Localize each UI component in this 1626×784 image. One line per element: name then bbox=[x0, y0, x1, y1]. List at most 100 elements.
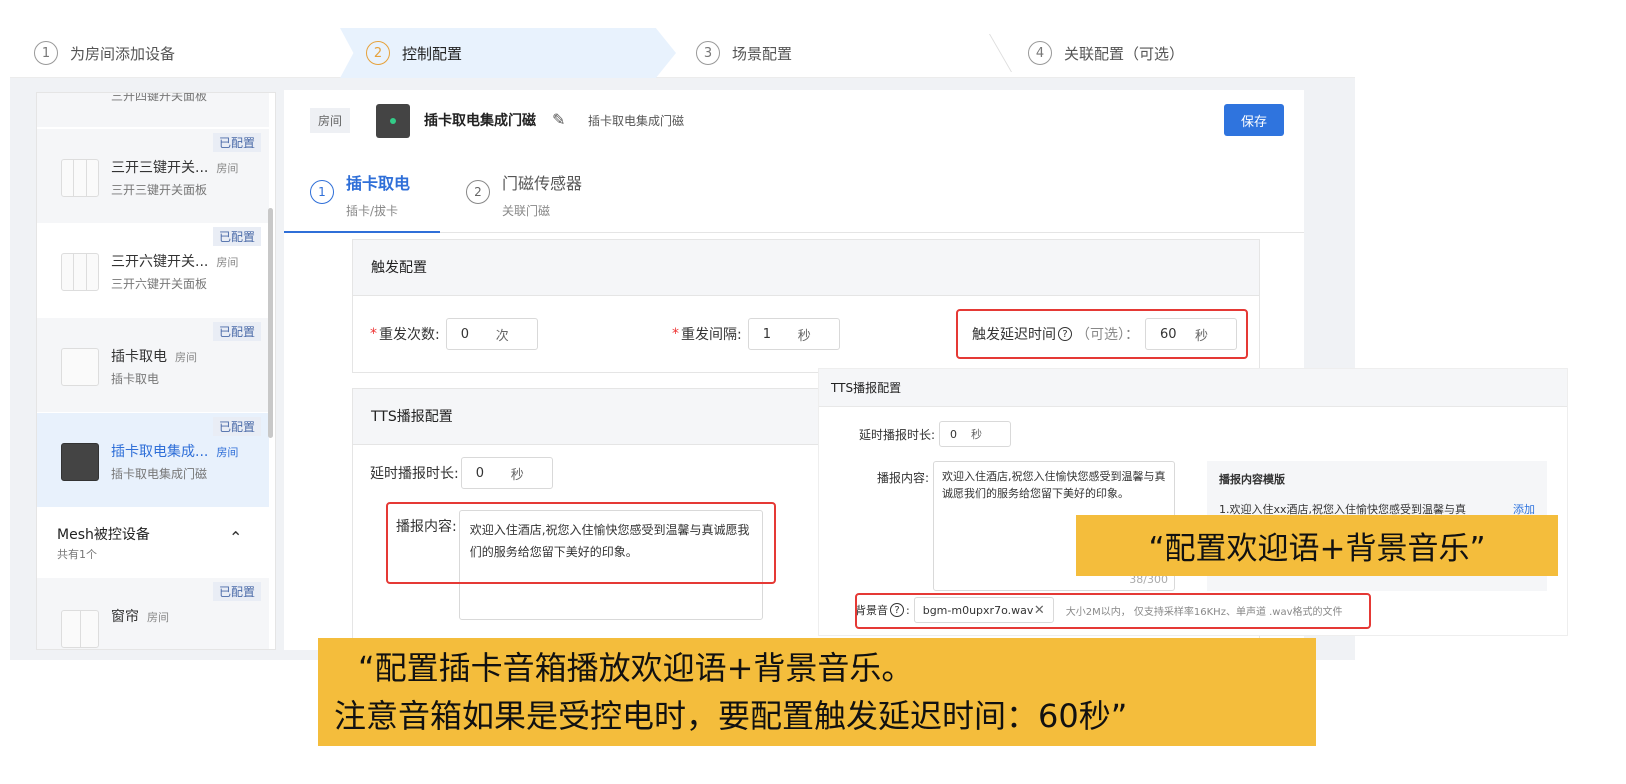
device-group-header[interactable]: Mesh被控设备 共有1个 ⌃ bbox=[37, 508, 269, 578]
step-label: 控制配置 bbox=[402, 44, 463, 63]
device-item[interactable]: 已配置 窗帘 房间 bbox=[37, 578, 269, 649]
tab-sub: 插卡/拔卡 bbox=[346, 204, 399, 218]
input-unit: 秒 bbox=[797, 328, 811, 344]
tab-sub: 关联门磁 bbox=[502, 204, 551, 218]
callout-line-2: 注意音箱如果是受控电时，要配置触发延迟时间：60秒” bbox=[334, 697, 1128, 735]
step-number: 1 bbox=[34, 41, 58, 65]
callout-right: “配置欢迎语+背景音乐” bbox=[1076, 515, 1558, 576]
repeat-interval-input[interactable]: 1秒 bbox=[747, 318, 840, 350]
input-unit: 秒 bbox=[971, 428, 983, 441]
highlight-box bbox=[855, 593, 1371, 629]
step-number: 4 bbox=[1028, 41, 1052, 65]
device-item[interactable]: 已配置 三开六键开关... 房间 三开六键开关面板 bbox=[37, 223, 269, 318]
device-sidebar: 三开四键开关面板 已配置 三开三键开关... 房间 三开三键开关面板 已配置 三开… bbox=[36, 92, 276, 650]
device-item[interactable]: 已配置 三开三键开关... 房间 三开三键开关面板 bbox=[37, 129, 269, 224]
stepper: 1 为房间添加设备 2 控制配置 3 场景配置 4 关联配置（可选） bbox=[10, 28, 1355, 78]
card-door-sensor-icon bbox=[61, 443, 99, 481]
status-badge: 已配置 bbox=[212, 322, 261, 341]
device-name: 插卡取电集成... bbox=[111, 444, 209, 460]
field-label: 延时播报时长: bbox=[370, 466, 459, 482]
device-item[interactable]: 已配置 插卡取电 房间 插卡取电 bbox=[37, 318, 269, 413]
device-subtitle: 插卡取电集成门磁 bbox=[588, 114, 685, 128]
device-sub: 三开四键开关面板 bbox=[111, 92, 208, 103]
input-value: 0 bbox=[460, 326, 469, 342]
device-title: 插卡取电集成门磁 bbox=[424, 113, 536, 129]
required-mark: * bbox=[370, 326, 377, 342]
status-badge: 已配置 bbox=[212, 133, 261, 152]
device-sub: 插卡取电 bbox=[111, 372, 160, 386]
tts-config-popup: TTS播报配置 延时播报时长: 0秒 播报内容: 欢迎入住酒店,祝您入住愉快您感… bbox=[818, 368, 1568, 636]
tab-label: 插卡取电 bbox=[346, 174, 411, 193]
switch-3-icon bbox=[61, 159, 99, 197]
device-room: 房间 bbox=[175, 351, 197, 364]
callout-text: “配置欢迎语+背景音乐” bbox=[1148, 531, 1486, 567]
input-value: 0 bbox=[475, 465, 484, 481]
tab-card-power[interactable]: 1 插卡取电插卡/拔卡 bbox=[310, 170, 410, 219]
device-name: 三开三键开关... bbox=[111, 160, 209, 176]
tab-number: 1 bbox=[310, 180, 334, 204]
device-room: 房间 bbox=[216, 162, 239, 175]
textarea-text: 欢迎入住酒店,祝您入住愉快您感受到温馨与真诚愿我们的服务给您留下美好的印象。 bbox=[942, 470, 1166, 500]
device-name: 三开六键开关... bbox=[111, 254, 209, 270]
step-label: 场景配置 bbox=[732, 44, 793, 63]
tab-number: 2 bbox=[466, 180, 490, 204]
repeat-interval-field: * 重发间隔: 1秒 bbox=[672, 318, 840, 350]
switch-6-icon bbox=[61, 253, 99, 291]
step-number: 2 bbox=[366, 41, 390, 65]
step-label: 为房间添加设备 bbox=[70, 44, 176, 63]
list-item-partial[interactable]: 三开四键开关面板 bbox=[37, 93, 269, 127]
step-3[interactable]: 3 场景配置 bbox=[696, 28, 792, 78]
card-door-sensor-icon bbox=[376, 104, 410, 138]
curtain-icon bbox=[61, 610, 99, 648]
device-sub: 三开六键开关面板 bbox=[111, 277, 208, 291]
highlight-box bbox=[386, 502, 776, 584]
tab-door-sensor[interactable]: 2 门磁传感器关联门磁 bbox=[466, 170, 582, 219]
device-room: 房间 bbox=[216, 446, 239, 459]
device-room: 房间 bbox=[147, 611, 169, 624]
edit-icon[interactable]: ✎ bbox=[552, 110, 565, 129]
step-1[interactable]: 1 为房间添加设备 bbox=[34, 28, 175, 78]
chevron-up-icon[interactable]: ⌃ bbox=[229, 528, 242, 547]
save-button[interactable]: 保存 bbox=[1224, 104, 1284, 136]
device-sub: 三开三键开关面板 bbox=[111, 183, 208, 197]
popup-delay-input[interactable]: 0秒 bbox=[939, 421, 1012, 447]
step-4[interactable]: 4 关联配置（可选） bbox=[1028, 28, 1184, 78]
step-label: 关联配置（可选） bbox=[1064, 44, 1185, 63]
device-name: 插卡取电 bbox=[111, 349, 167, 365]
repeat-count-input[interactable]: 0次 bbox=[445, 318, 538, 350]
field-label: 播报内容: bbox=[877, 471, 930, 485]
card-switch-icon bbox=[61, 348, 99, 386]
device-room: 房间 bbox=[216, 256, 239, 269]
status-badge: 已配置 bbox=[212, 582, 261, 601]
callout-bottom: “配置插卡音箱播放欢迎语+背景音乐。 注意音箱如果是受控电时，要配置触发延迟时间… bbox=[318, 638, 1316, 746]
step-2[interactable]: 2 控制配置 bbox=[366, 28, 462, 78]
status-badge: 已配置 bbox=[212, 227, 261, 246]
card-title: 触发配置 bbox=[353, 240, 1259, 296]
sidebar-scrollbar[interactable] bbox=[268, 208, 273, 438]
field-label: 重发间隔: bbox=[681, 327, 742, 343]
device-item-selected[interactable]: 已配置 插卡取电集成... 房间 插卡取电集成门磁 bbox=[37, 413, 269, 508]
step-divider bbox=[989, 34, 1012, 72]
status-badge: 已配置 bbox=[212, 417, 261, 436]
callout-line-1: “配置插卡音箱播放欢迎语+背景音乐。 bbox=[358, 649, 914, 687]
device-sub: 插卡取电集成门磁 bbox=[111, 467, 208, 481]
tab-active-indicator bbox=[284, 231, 440, 233]
tts-delay-field: 延时播报时长: 0秒 bbox=[370, 457, 553, 489]
group-title: Mesh被控设备 bbox=[57, 527, 150, 543]
input-value: 0 bbox=[950, 427, 958, 441]
input-unit: 秒 bbox=[510, 467, 524, 483]
device-name: 窗帘 bbox=[111, 609, 139, 625]
input-value: 1 bbox=[762, 326, 771, 342]
template-title: 播报内容模版 bbox=[1219, 473, 1285, 486]
step-number: 3 bbox=[696, 41, 720, 65]
highlight-box bbox=[956, 309, 1248, 359]
input-unit: 次 bbox=[495, 328, 509, 344]
repeat-count-field: * 重发次数: 0次 bbox=[370, 318, 538, 350]
field-label: 重发次数: bbox=[379, 327, 440, 343]
tts-delay-input[interactable]: 0秒 bbox=[460, 457, 553, 489]
tab-label: 门磁传感器 bbox=[502, 174, 583, 193]
field-label: 延时播报时长: bbox=[859, 427, 936, 442]
popup-title: TTS播报配置 bbox=[819, 369, 1567, 407]
popup-delay-field: 延时播报时长: 0秒 bbox=[859, 421, 1012, 447]
required-mark: * bbox=[672, 326, 679, 342]
